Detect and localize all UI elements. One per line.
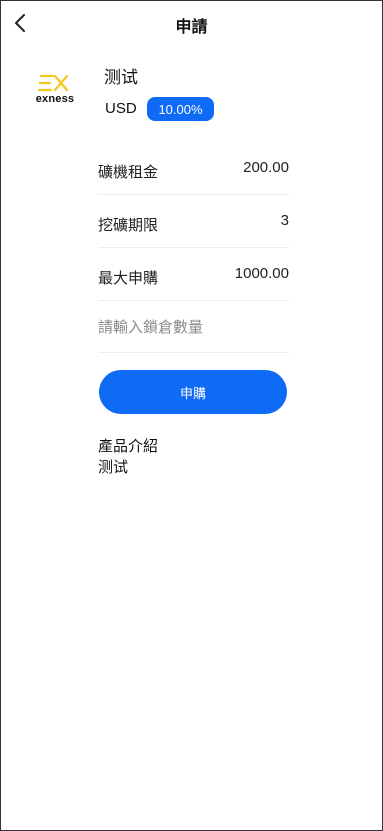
detail-list: 礦機租金 200.00 挖礦期限 3 最大申購 1000.00 xyxy=(98,142,289,353)
exness-logo: exness xyxy=(33,73,77,105)
rate-badge: 10.00% xyxy=(147,97,214,121)
currency-label: USD xyxy=(105,100,137,117)
intro-body: 测试 xyxy=(98,459,129,476)
product-name: 测试 xyxy=(104,68,138,87)
detail-value: 1000.00 xyxy=(234,265,289,282)
detail-value: 3 xyxy=(280,212,289,229)
page-title: 申請 xyxy=(175,19,208,36)
detail-row-period: 挖礦期限 3 xyxy=(98,195,289,248)
header-bar: 申請 xyxy=(1,1,382,45)
lock-amount-row xyxy=(98,301,289,353)
logo-wordmark: exness xyxy=(35,93,75,105)
app-frame: 申請 exness 测试 USD 10.00% 礦機租金 200.00 挖礦期限… xyxy=(0,0,383,831)
detail-row-rent: 礦機租金 200.00 xyxy=(98,142,289,195)
detail-row-max-subscribe: 最大申購 1000.00 xyxy=(98,248,289,301)
subscribe-button[interactable]: 申購 xyxy=(99,370,287,414)
detail-value: 200.00 xyxy=(243,159,289,176)
detail-label: 挖礦期限 xyxy=(98,217,159,234)
detail-label: 礦機租金 xyxy=(98,164,159,181)
detail-label: 最大申購 xyxy=(98,270,159,287)
lock-amount-input[interactable] xyxy=(98,313,289,341)
exness-logo-icon xyxy=(37,74,69,92)
intro-title: 產品介紹 xyxy=(98,438,159,455)
